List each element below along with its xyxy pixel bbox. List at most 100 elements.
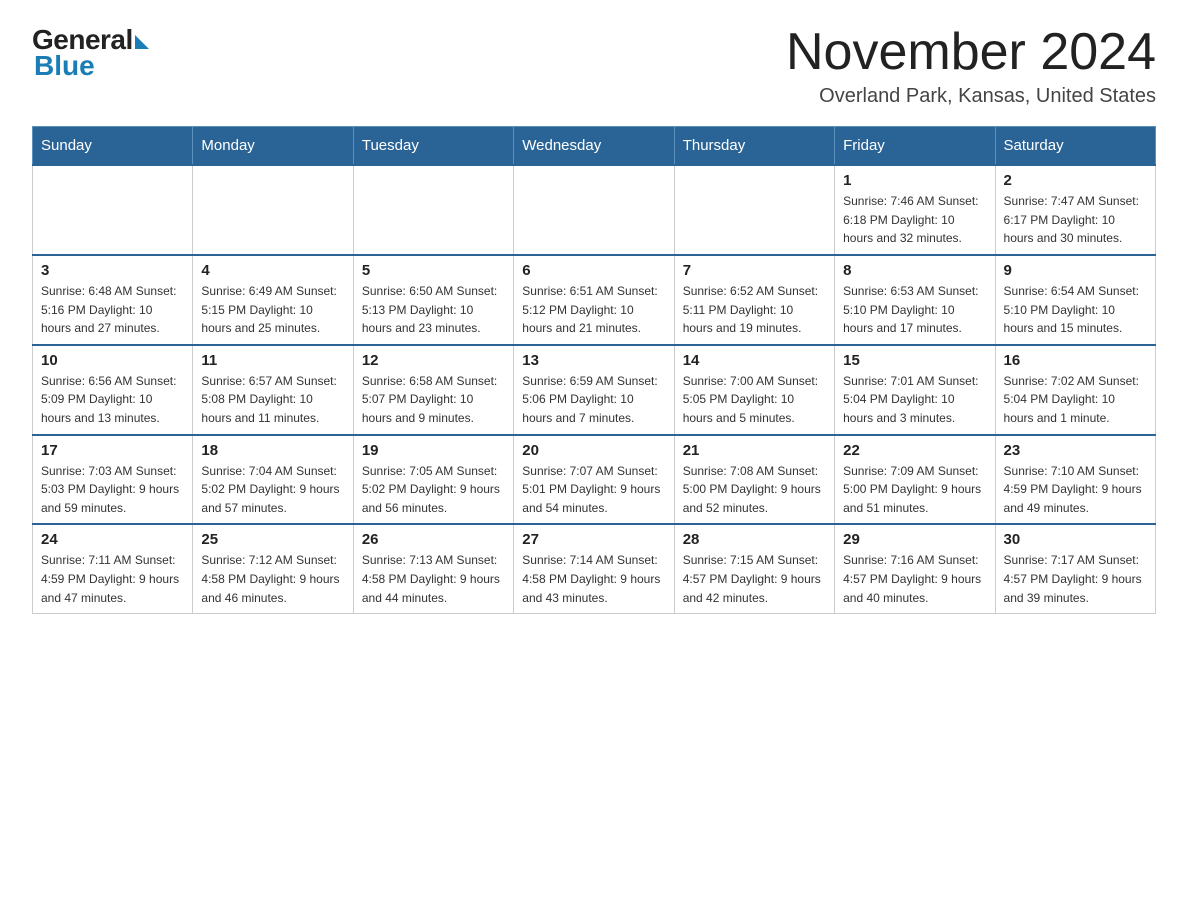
calendar-cell: 10 Sunrise: 6:56 AM Sunset: 5:09 PM Dayli… bbox=[33, 345, 193, 435]
calendar-cell: 3 Sunrise: 6:48 AM Sunset: 5:16 PM Daylig… bbox=[33, 255, 193, 345]
calendar-cell: 19 Sunrise: 7:05 AM Sunset: 5:02 PM Dayli… bbox=[353, 435, 513, 525]
calendar-table: SundayMondayTuesdayWednesdayThursdayFrid… bbox=[32, 126, 1156, 614]
week-row-3: 10 Sunrise: 6:56 AM Sunset: 5:09 PM Dayli… bbox=[33, 345, 1156, 435]
day-number: 13 bbox=[522, 352, 665, 369]
weekday-header-sunday: Sunday bbox=[33, 127, 193, 166]
day-info: Sunrise: 7:00 AM Sunset: 5:05 PM Dayligh… bbox=[683, 372, 826, 428]
day-info: Sunrise: 7:13 AM Sunset: 4:58 PM Dayligh… bbox=[362, 551, 505, 607]
week-row-4: 17 Sunrise: 7:03 AM Sunset: 5:03 PM Dayli… bbox=[33, 435, 1156, 525]
title-area: November 2024 Overland Park, Kansas, Uni… bbox=[786, 24, 1156, 108]
calendar-cell: 27 Sunrise: 7:14 AM Sunset: 4:58 PM Dayli… bbox=[514, 524, 674, 613]
calendar-cell: 4 Sunrise: 6:49 AM Sunset: 5:15 PM Daylig… bbox=[193, 255, 353, 345]
day-number: 10 bbox=[41, 352, 184, 369]
logo-blue-text: Blue bbox=[34, 50, 95, 82]
day-info: Sunrise: 6:52 AM Sunset: 5:11 PM Dayligh… bbox=[683, 282, 826, 338]
day-info: Sunrise: 7:05 AM Sunset: 5:02 PM Dayligh… bbox=[362, 462, 505, 518]
calendar-cell: 11 Sunrise: 6:57 AM Sunset: 5:08 PM Dayli… bbox=[193, 345, 353, 435]
day-number: 29 bbox=[843, 531, 986, 548]
day-info: Sunrise: 6:56 AM Sunset: 5:09 PM Dayligh… bbox=[41, 372, 184, 428]
day-number: 24 bbox=[41, 531, 184, 548]
day-info: Sunrise: 6:54 AM Sunset: 5:10 PM Dayligh… bbox=[1004, 282, 1147, 338]
day-number: 30 bbox=[1004, 531, 1147, 548]
day-info: Sunrise: 7:16 AM Sunset: 4:57 PM Dayligh… bbox=[843, 551, 986, 607]
week-row-1: 1Sunrise: 7:46 AM Sunset: 6:18 PM Daylig… bbox=[33, 165, 1156, 255]
day-number: 11 bbox=[201, 352, 344, 369]
weekday-header-friday: Friday bbox=[835, 127, 995, 166]
day-number: 19 bbox=[362, 442, 505, 459]
day-number: 23 bbox=[1004, 442, 1147, 459]
day-info: Sunrise: 6:58 AM Sunset: 5:07 PM Dayligh… bbox=[362, 372, 505, 428]
day-number: 5 bbox=[362, 262, 505, 279]
calendar-cell: 2 Sunrise: 7:47 AM Sunset: 6:17 PM Daylig… bbox=[995, 165, 1155, 255]
day-info: Sunrise: 7:02 AM Sunset: 5:04 PM Dayligh… bbox=[1004, 372, 1147, 428]
calendar-cell: 7Sunrise: 6:52 AM Sunset: 5:11 PM Daylig… bbox=[674, 255, 834, 345]
calendar-cell: 20 Sunrise: 7:07 AM Sunset: 5:01 PM Dayli… bbox=[514, 435, 674, 525]
weekday-header-monday: Monday bbox=[193, 127, 353, 166]
weekday-header-thursday: Thursday bbox=[674, 127, 834, 166]
day-number: 2 bbox=[1004, 172, 1147, 189]
calendar-cell bbox=[193, 165, 353, 255]
calendar-cell: 9 Sunrise: 6:54 AM Sunset: 5:10 PM Daylig… bbox=[995, 255, 1155, 345]
calendar-cell bbox=[674, 165, 834, 255]
logo-triangle-icon bbox=[135, 35, 149, 49]
weekday-header-tuesday: Tuesday bbox=[353, 127, 513, 166]
day-number: 6 bbox=[522, 262, 665, 279]
day-info: Sunrise: 7:12 AM Sunset: 4:58 PM Dayligh… bbox=[201, 551, 344, 607]
day-info: Sunrise: 7:09 AM Sunset: 5:00 PM Dayligh… bbox=[843, 462, 986, 518]
calendar-cell: 5Sunrise: 6:50 AM Sunset: 5:13 PM Daylig… bbox=[353, 255, 513, 345]
calendar-cell: 14 Sunrise: 7:00 AM Sunset: 5:05 PM Dayli… bbox=[674, 345, 834, 435]
day-info: Sunrise: 7:07 AM Sunset: 5:01 PM Dayligh… bbox=[522, 462, 665, 518]
day-info: Sunrise: 6:48 AM Sunset: 5:16 PM Dayligh… bbox=[41, 282, 184, 338]
calendar-cell: 17 Sunrise: 7:03 AM Sunset: 5:03 PM Dayli… bbox=[33, 435, 193, 525]
day-number: 20 bbox=[522, 442, 665, 459]
calendar-cell: 6 Sunrise: 6:51 AM Sunset: 5:12 PM Daylig… bbox=[514, 255, 674, 345]
calendar-cell: 8 Sunrise: 6:53 AM Sunset: 5:10 PM Daylig… bbox=[835, 255, 995, 345]
day-number: 4 bbox=[201, 262, 344, 279]
weekday-header-wednesday: Wednesday bbox=[514, 127, 674, 166]
day-info: Sunrise: 6:59 AM Sunset: 5:06 PM Dayligh… bbox=[522, 372, 665, 428]
week-row-2: 3 Sunrise: 6:48 AM Sunset: 5:16 PM Daylig… bbox=[33, 255, 1156, 345]
day-info: Sunrise: 7:47 AM Sunset: 6:17 PM Dayligh… bbox=[1004, 192, 1147, 248]
day-info: Sunrise: 7:14 AM Sunset: 4:58 PM Dayligh… bbox=[522, 551, 665, 607]
weekday-header-saturday: Saturday bbox=[995, 127, 1155, 166]
calendar-cell: 29 Sunrise: 7:16 AM Sunset: 4:57 PM Dayli… bbox=[835, 524, 995, 613]
day-number: 3 bbox=[41, 262, 184, 279]
day-info: Sunrise: 6:57 AM Sunset: 5:08 PM Dayligh… bbox=[201, 372, 344, 428]
calendar-cell bbox=[33, 165, 193, 255]
calendar-cell: 1Sunrise: 7:46 AM Sunset: 6:18 PM Daylig… bbox=[835, 165, 995, 255]
weekday-header-row: SundayMondayTuesdayWednesdayThursdayFrid… bbox=[33, 127, 1156, 166]
day-info: Sunrise: 7:03 AM Sunset: 5:03 PM Dayligh… bbox=[41, 462, 184, 518]
calendar-cell bbox=[514, 165, 674, 255]
day-info: Sunrise: 7:01 AM Sunset: 5:04 PM Dayligh… bbox=[843, 372, 986, 428]
day-number: 22 bbox=[843, 442, 986, 459]
calendar-cell: 23 Sunrise: 7:10 AM Sunset: 4:59 PM Dayli… bbox=[995, 435, 1155, 525]
day-info: Sunrise: 6:51 AM Sunset: 5:12 PM Dayligh… bbox=[522, 282, 665, 338]
day-info: Sunrise: 6:49 AM Sunset: 5:15 PM Dayligh… bbox=[201, 282, 344, 338]
day-info: Sunrise: 7:10 AM Sunset: 4:59 PM Dayligh… bbox=[1004, 462, 1147, 518]
week-row-5: 24Sunrise: 7:11 AM Sunset: 4:59 PM Dayli… bbox=[33, 524, 1156, 613]
calendar-cell: 28Sunrise: 7:15 AM Sunset: 4:57 PM Dayli… bbox=[674, 524, 834, 613]
day-number: 9 bbox=[1004, 262, 1147, 279]
day-number: 21 bbox=[683, 442, 826, 459]
day-number: 14 bbox=[683, 352, 826, 369]
day-number: 17 bbox=[41, 442, 184, 459]
location-title: Overland Park, Kansas, United States bbox=[786, 85, 1156, 108]
calendar-cell: 12Sunrise: 6:58 AM Sunset: 5:07 PM Dayli… bbox=[353, 345, 513, 435]
day-number: 8 bbox=[843, 262, 986, 279]
day-number: 1 bbox=[843, 172, 986, 189]
day-number: 28 bbox=[683, 531, 826, 548]
calendar-cell: 22 Sunrise: 7:09 AM Sunset: 5:00 PM Dayli… bbox=[835, 435, 995, 525]
day-number: 16 bbox=[1004, 352, 1147, 369]
calendar-cell: 13 Sunrise: 6:59 AM Sunset: 5:06 PM Dayli… bbox=[514, 345, 674, 435]
calendar-cell: 15 Sunrise: 7:01 AM Sunset: 5:04 PM Dayli… bbox=[835, 345, 995, 435]
day-number: 15 bbox=[843, 352, 986, 369]
calendar-cell: 26Sunrise: 7:13 AM Sunset: 4:58 PM Dayli… bbox=[353, 524, 513, 613]
day-number: 18 bbox=[201, 442, 344, 459]
day-info: Sunrise: 6:53 AM Sunset: 5:10 PM Dayligh… bbox=[843, 282, 986, 338]
calendar-cell: 16 Sunrise: 7:02 AM Sunset: 5:04 PM Dayli… bbox=[995, 345, 1155, 435]
day-number: 25 bbox=[201, 531, 344, 548]
calendar-cell: 21Sunrise: 7:08 AM Sunset: 5:00 PM Dayli… bbox=[674, 435, 834, 525]
logo: General Blue bbox=[32, 24, 149, 82]
day-number: 27 bbox=[522, 531, 665, 548]
calendar-cell: 25 Sunrise: 7:12 AM Sunset: 4:58 PM Dayli… bbox=[193, 524, 353, 613]
